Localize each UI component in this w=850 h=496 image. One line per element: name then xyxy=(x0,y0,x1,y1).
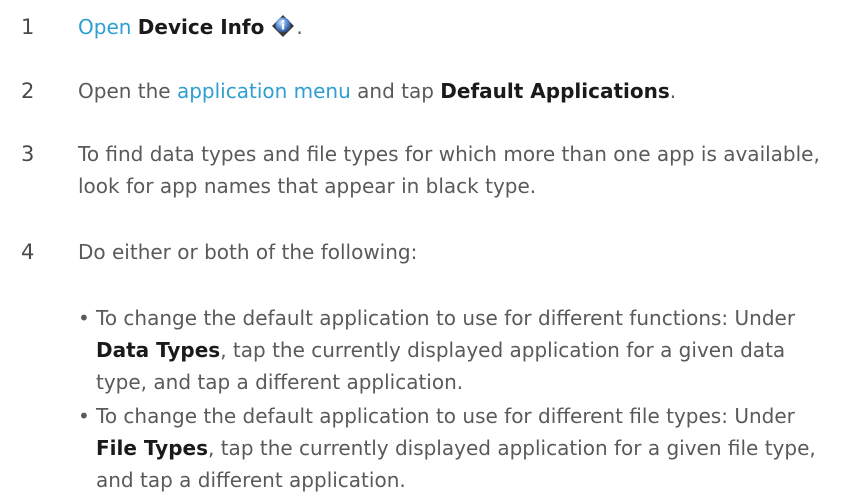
step-text: Do either or both of the following: xyxy=(78,240,418,264)
default-applications-label: Default Applications xyxy=(440,79,670,103)
step-pre: Open the xyxy=(78,79,177,103)
step-end: . xyxy=(669,79,677,103)
step-number: 4 xyxy=(21,240,35,264)
step-number: 2 xyxy=(21,79,35,103)
device-info-label: Device Info xyxy=(137,15,265,39)
step-mid: and tap xyxy=(350,79,441,103)
bullet-lead: To change the default application to use… xyxy=(96,306,796,330)
open-link[interactable]: Open xyxy=(78,15,131,39)
step-end: . xyxy=(296,15,303,39)
bullet-icon: • xyxy=(78,404,90,428)
data-types-label: Data Types xyxy=(96,338,221,362)
step-number: 1 xyxy=(21,15,35,39)
step-text: To find data types and file types for wh… xyxy=(78,142,820,198)
step-number: 3 xyxy=(21,142,35,166)
bullet-text: To change the default application to use… xyxy=(96,302,836,398)
application-menu-link[interactable]: application menu xyxy=(177,79,351,103)
step-text: Open Device Info . xyxy=(78,11,838,43)
bullet-icon: • xyxy=(78,306,90,330)
step-text: Open the application menu and tap Defaul… xyxy=(78,75,838,107)
bullet-text: To change the default application to use… xyxy=(96,400,836,496)
bullet-lead: To change the default application to use… xyxy=(96,404,795,428)
device-info-icon xyxy=(270,13,296,39)
file-types-label: File Types xyxy=(96,436,208,460)
